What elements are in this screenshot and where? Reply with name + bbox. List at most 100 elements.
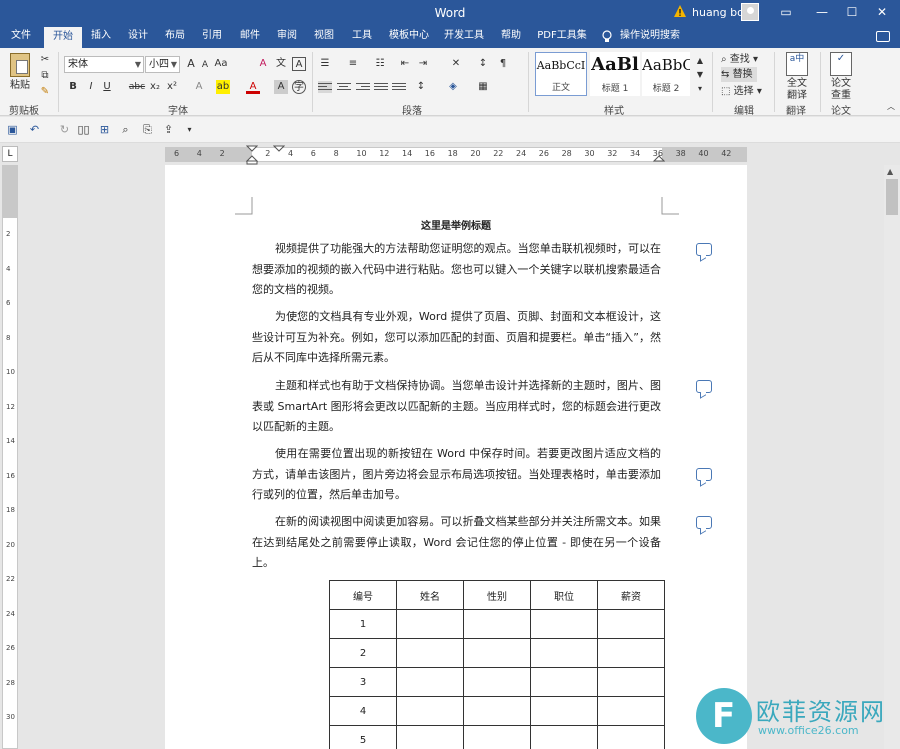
table-cell[interactable] <box>530 725 598 749</box>
table-header-cell[interactable]: 性别 <box>463 580 531 610</box>
select-button[interactable]: ⬚ 选择 ▾ <box>721 84 762 99</box>
tab-help[interactable]: 帮助 <box>494 26 528 48</box>
grow-font-icon[interactable]: A <box>184 57 198 71</box>
table-cell[interactable] <box>396 696 464 726</box>
table-header-cell[interactable]: 薪资 <box>597 580 665 610</box>
share-icon[interactable]: ⇪ <box>162 123 175 136</box>
table-header-cell[interactable]: 姓名 <box>396 580 464 610</box>
screenshot-icon[interactable]: ⎘ <box>141 123 154 136</box>
paper-check-button[interactable]: ✓ 论文 查重 <box>824 52 858 102</box>
tab-view[interactable]: 视图 <box>307 26 341 48</box>
sort-icon[interactable]: ↕ <box>476 57 490 71</box>
table-cell[interactable] <box>597 638 665 668</box>
align-center-icon[interactable] <box>337 81 351 93</box>
paragraph[interactable]: 在新的阅读视图中阅读更加容易。可以折叠文档某些部分并关注所需文本。如果在达到结尾… <box>252 512 661 574</box>
tell-me-search[interactable]: 操作说明搜索 <box>620 26 680 46</box>
maximize-button[interactable]: ☐ <box>838 2 866 22</box>
tab-pdf-tools[interactable]: PDF工具集 <box>534 26 590 48</box>
comments-icon[interactable] <box>876 31 890 42</box>
superscript-button[interactable]: x² <box>165 80 179 94</box>
clear-formatting-icon[interactable]: A <box>256 57 270 71</box>
italic-button[interactable]: I <box>84 80 98 94</box>
table-cell[interactable] <box>530 609 598 639</box>
borders-icon[interactable]: ▦ <box>476 80 490 94</box>
shading-icon[interactable]: ◈ <box>446 80 460 94</box>
tab-references[interactable]: 引用 <box>195 26 229 48</box>
chevron-up-icon[interactable]: ▲ <box>693 54 707 68</box>
table-cell[interactable]: 2 <box>329 638 397 668</box>
paste-button[interactable]: 粘贴 <box>10 78 30 93</box>
table-cell[interactable] <box>463 725 531 749</box>
align-left-icon[interactable] <box>318 81 332 93</box>
table-cell[interactable]: 1 <box>329 609 397 639</box>
avatar[interactable] <box>741 3 759 21</box>
paragraph[interactable]: 为使您的文档具有专业外观，Word 提供了页眉、页脚、封面和文本框设计，这些设计… <box>252 307 661 369</box>
multilevel-list-icon[interactable]: ☷ <box>373 57 387 71</box>
table-cell[interactable] <box>463 638 531 668</box>
cut-icon[interactable]: ✂ <box>38 53 52 67</box>
replace-button[interactable]: ⇆ 替换 <box>721 67 757 82</box>
paragraph[interactable]: 视频提供了功能强大的方法帮助您证明您的观点。当您单击联机视频时，可以在想要添加的… <box>252 239 661 301</box>
data-table[interactable]: 编号 姓名 性别 职位 薪资 1 2 3 4 5 <box>329 580 665 749</box>
font-color-icon[interactable]: A <box>246 80 260 94</box>
font-size-select[interactable]: 小四 ▼ <box>145 56 180 73</box>
layout-icon[interactable]: ⊞ <box>98 123 111 136</box>
user-name[interactable]: huang bo <box>692 6 744 19</box>
highlight-icon[interactable]: ab <box>216 80 230 94</box>
table-cell[interactable] <box>530 638 598 668</box>
style-heading-2[interactable]: AaBbC 标题 2 <box>642 52 690 96</box>
print-preview-icon[interactable]: ⌕ <box>119 123 132 136</box>
distributed-icon[interactable] <box>392 81 406 93</box>
enclose-char-icon[interactable]: 字 <box>292 80 306 94</box>
scroll-up-icon[interactable]: ▲ <box>887 167 893 176</box>
tab-insert[interactable]: 插入 <box>84 26 118 48</box>
format-painter-icon[interactable]: ✎ <box>38 85 52 99</box>
shrink-font-icon[interactable]: A <box>198 58 212 72</box>
table-cell[interactable] <box>463 667 531 697</box>
decrease-indent-icon[interactable]: ⇤ <box>398 57 412 71</box>
table-cell[interactable] <box>597 725 665 749</box>
table-header-cell[interactable]: 编号 <box>329 580 397 610</box>
minimize-button[interactable]: — <box>808 2 836 22</box>
table-cell[interactable] <box>463 696 531 726</box>
table-cell[interactable] <box>597 609 665 639</box>
table-cell[interactable]: 5 <box>329 725 397 749</box>
comment-icon[interactable] <box>696 516 712 529</box>
scroll-thumb[interactable] <box>886 179 898 215</box>
page-view-icon[interactable]: ▯▯ <box>77 123 90 136</box>
table-cell[interactable] <box>463 609 531 639</box>
comment-icon[interactable] <box>696 243 712 256</box>
paragraph[interactable]: 主题和样式也有助于文档保持协调。当您单击设计并选择新的主题时，图片、图表或 Sm… <box>252 376 661 438</box>
line-spacing-icon[interactable]: ↕ <box>414 80 428 94</box>
table-header-cell[interactable]: 职位 <box>530 580 598 610</box>
paragraph[interactable]: 使用在需要位置出现的新按钮在 Word 中保存时间。若要更改图片适应文档的方式，… <box>252 444 661 506</box>
table-cell[interactable] <box>597 667 665 697</box>
show-marks-icon[interactable]: ¶ <box>496 57 510 71</box>
table-cell[interactable] <box>396 609 464 639</box>
find-button[interactable]: ⌕ 查找 ▾ <box>721 52 758 67</box>
table-cell[interactable] <box>396 638 464 668</box>
close-button[interactable]: ✕ <box>868 2 896 22</box>
indent-markers-icon[interactable] <box>246 145 258 165</box>
change-case-icon[interactable]: Aa <box>214 57 228 71</box>
font-name-select[interactable]: 宋体 ▼ <box>64 56 144 73</box>
vertical-scrollbar[interactable]: ▲ <box>884 165 900 749</box>
chinese-layout-icon[interactable]: ✕ <box>449 57 463 71</box>
ribbon-display-button[interactable]: ▭ <box>772 2 800 22</box>
bold-button[interactable]: B <box>66 80 80 94</box>
style-normal[interactable]: AaBbCcI 正文 <box>535 52 587 96</box>
tab-layout[interactable]: 布局 <box>158 26 192 48</box>
table-cell[interactable]: 3 <box>329 667 397 697</box>
tab-template-center[interactable]: 模板中心 <box>384 26 434 48</box>
tab-mailings[interactable]: 邮件 <box>233 26 267 48</box>
comment-icon[interactable] <box>696 380 712 393</box>
table-cell[interactable] <box>396 725 464 749</box>
chevron-down-icon[interactable]: ▼ <box>693 68 707 82</box>
style-heading-1[interactable]: AaBl 标题 1 <box>590 52 640 96</box>
first-line-indent-icon[interactable] <box>273 145 285 153</box>
tab-home[interactable]: 开始 <box>44 27 82 48</box>
undo-icon[interactable]: ↶ <box>28 123 41 136</box>
more-styles-icon[interactable]: ▾ <box>693 82 707 96</box>
justify-icon[interactable] <box>374 81 388 93</box>
tab-tools[interactable]: 工具 <box>345 26 379 48</box>
